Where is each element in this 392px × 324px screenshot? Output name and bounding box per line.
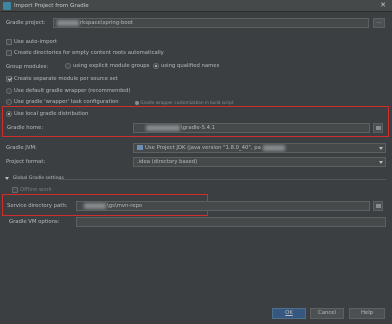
gradle-home-browse-button[interactable] bbox=[373, 123, 383, 133]
ok-button[interactable]: OK bbox=[272, 308, 306, 319]
vm-options-field[interactable] bbox=[76, 217, 386, 227]
folder-icon bbox=[376, 126, 381, 130]
project-format-value: .idea (directory based) bbox=[137, 159, 198, 165]
project-format-dropdown[interactable]: .idea (directory based) bbox=[133, 157, 386, 167]
folder-icon bbox=[376, 204, 381, 208]
window-title: Import Project from Gradle bbox=[14, 3, 89, 9]
chevron-down-icon bbox=[379, 161, 383, 164]
gradle-home-value: \gradle-5.4.1 bbox=[181, 125, 216, 131]
offline-work-option[interactable]: Offline work bbox=[12, 187, 52, 194]
close-icon[interactable]: ✕ bbox=[376, 0, 390, 11]
redacted-text bbox=[262, 144, 285, 151]
separate-module-checkbox[interactable] bbox=[6, 76, 12, 82]
redacted-path bbox=[57, 19, 79, 26]
gradle-home-label: Gradle home: bbox=[7, 125, 44, 131]
local-dist-label: Use local gradle distribution bbox=[14, 111, 89, 117]
offline-work-checkbox[interactable] bbox=[12, 187, 18, 193]
offline-work-label: Offline work bbox=[20, 187, 52, 193]
service-dir-browse-button[interactable] bbox=[373, 201, 383, 211]
chevron-down-icon bbox=[379, 147, 383, 150]
default-wrapper-option[interactable]: Use default gradle wrapper (recommended) bbox=[6, 88, 131, 95]
gradle-jvm-dropdown[interactable]: Use Project JDK (java version "1.8.0_40"… bbox=[133, 143, 386, 153]
global-settings-header[interactable]: Global Gradle settings bbox=[5, 176, 64, 182]
create-dirs-option[interactable]: Create directories for empty content roo… bbox=[6, 50, 164, 57]
vm-options-label: Gradle VM options: bbox=[9, 219, 60, 225]
auto-import-option[interactable]: Use auto-import bbox=[6, 39, 57, 46]
separate-module-label: Create separate module per source set bbox=[14, 76, 118, 82]
expand-triangle-icon[interactable] bbox=[5, 177, 9, 180]
auto-import-checkbox[interactable] bbox=[6, 39, 12, 45]
gradle-project-value: rkspace\spring-boot bbox=[80, 20, 133, 26]
qualified-names-option[interactable]: using qualified names bbox=[153, 63, 219, 70]
service-dir-value: \gs\mvn-repo bbox=[107, 203, 143, 209]
qualified-names-radio[interactable] bbox=[153, 63, 159, 69]
separate-module-option[interactable]: Create separate module per source set bbox=[6, 76, 118, 83]
gradle-project-field[interactable]: rkspace\spring-boot bbox=[53, 18, 369, 28]
app-icon bbox=[3, 2, 11, 10]
ok-button-label: OK bbox=[285, 310, 293, 316]
service-dir-label: Service directory path: bbox=[7, 203, 68, 209]
create-dirs-checkbox[interactable] bbox=[6, 50, 12, 56]
info-icon bbox=[135, 101, 139, 105]
default-wrapper-label: Use default gradle wrapper (recommended) bbox=[14, 88, 131, 94]
jdk-icon bbox=[137, 145, 143, 150]
auto-import-label: Use auto-import bbox=[14, 39, 57, 45]
gradle-jvm-value: Use Project JDK (java version "1.8.0_40"… bbox=[145, 145, 261, 151]
explicit-groups-option[interactable]: using explicit module groups bbox=[65, 63, 149, 70]
global-settings-label: Global Gradle settings bbox=[12, 176, 64, 181]
default-wrapper-radio[interactable] bbox=[6, 88, 12, 94]
project-format-label: Project format: bbox=[6, 159, 46, 165]
gradle-home-field[interactable]: \gradle-5.4.1 bbox=[133, 123, 370, 133]
redacted-path bbox=[146, 124, 180, 131]
gradle-project-label: Gradle project: bbox=[6, 20, 46, 26]
help-button-label: Help bbox=[360, 310, 374, 316]
group-modules-label: Group modules: bbox=[6, 64, 49, 70]
local-dist-radio[interactable] bbox=[6, 111, 12, 117]
section-divider bbox=[58, 179, 386, 180]
local-dist-option[interactable]: Use local gradle distribution bbox=[6, 111, 88, 118]
wrapper-hint-text: Gradle wrapper customization in build sc… bbox=[140, 100, 234, 105]
wrapper-task-label: Use gradle 'wrapper' task configuration bbox=[14, 99, 119, 105]
explicit-groups-radio[interactable] bbox=[65, 63, 71, 69]
qualified-names-label: using qualified names bbox=[161, 63, 220, 69]
gradle-jvm-label: Gradle JVM: bbox=[6, 145, 37, 151]
cancel-button-label: Cancel bbox=[318, 310, 336, 316]
wrapper-hint: Gradle wrapper customization in build sc… bbox=[135, 100, 233, 105]
help-button[interactable]: Help bbox=[349, 308, 385, 319]
wrapper-task-radio[interactable] bbox=[6, 99, 12, 105]
cancel-button[interactable]: Cancel bbox=[310, 308, 344, 319]
service-dir-field[interactable]: \gs\mvn-repo bbox=[76, 201, 370, 211]
redacted-path bbox=[84, 202, 106, 209]
gradle-project-browse-button[interactable]: ... bbox=[373, 18, 385, 28]
explicit-groups-label: using explicit module groups bbox=[73, 63, 150, 69]
wrapper-task-option[interactable]: Use gradle 'wrapper' task configuration bbox=[6, 99, 119, 106]
create-dirs-label: Create directories for empty content roo… bbox=[14, 50, 164, 56]
